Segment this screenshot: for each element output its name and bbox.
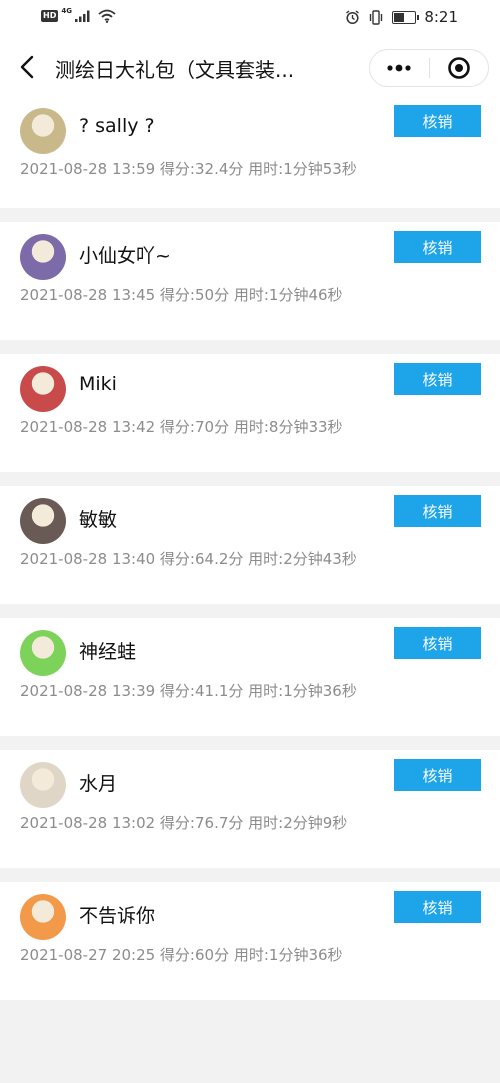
- signal-icon: [74, 10, 90, 22]
- alarm-icon: [346, 9, 360, 24]
- status-right: 8:21: [345, 8, 458, 26]
- vibrate-icon: [370, 9, 383, 25]
- verify-button[interactable]: 核销: [394, 891, 481, 923]
- user-name: 小仙女吖~: [79, 245, 171, 267]
- back-button[interactable]: [14, 52, 40, 82]
- record-meta: 2021-08-28 13:45 得分:50分 用时:1分钟46秒: [20, 286, 343, 304]
- nav-bar: 测绘日大礼包（文具套装...: [0, 38, 500, 98]
- hd-badge: HD: [41, 10, 59, 22]
- status-bar: HD 4G 8:21: [0, 0, 500, 38]
- user-name: 水月: [79, 773, 118, 795]
- verify-button[interactable]: 核销: [394, 759, 481, 791]
- user-name: ? sally ?: [79, 115, 155, 137]
- record-card: 神经蛙 2021-08-28 13:39 得分:41.1分 用时:1分钟36秒 核销: [0, 618, 500, 736]
- battery-level: [394, 12, 405, 22]
- record-card: Miki 2021-08-28 13:42 得分:70分 用时:8分钟33秒 核销: [0, 354, 500, 472]
- verify-button[interactable]: 核销: [394, 105, 481, 137]
- record-card: 敏敏 2021-08-28 13:40 得分:64.2分 用时:2分钟43秒 核销: [0, 486, 500, 604]
- verify-button[interactable]: 核销: [394, 495, 481, 527]
- record-card: ? sally ? 2021-08-28 13:59 得分:32.4分 用时:1分…: [0, 90, 500, 208]
- avatar: [20, 234, 66, 280]
- avatar: [20, 108, 66, 154]
- close-button[interactable]: [430, 50, 489, 86]
- target-circle-icon: [447, 57, 470, 79]
- record-card: 水月 2021-08-28 13:02 得分:76.7分 用时:2分钟9秒 核销: [0, 750, 500, 868]
- avatar: [20, 762, 66, 808]
- verify-button[interactable]: 核销: [394, 231, 481, 263]
- avatar: [20, 498, 66, 544]
- avatar: [20, 630, 66, 676]
- record-meta: 2021-08-28 13:02 得分:76.7分 用时:2分钟9秒: [20, 814, 348, 832]
- user-name: 神经蛙: [79, 641, 137, 663]
- chevron-left-icon: [20, 55, 34, 79]
- verify-button[interactable]: 核销: [394, 627, 481, 659]
- avatar: [20, 894, 66, 940]
- record-card: 不告诉你 2021-08-27 20:25 得分:60分 用时:1分钟36秒 核销: [0, 882, 500, 1000]
- battery-icon: [392, 10, 420, 24]
- mini-program-capsule: [369, 49, 489, 87]
- record-meta: 2021-08-27 20:25 得分:60分 用时:1分钟36秒: [20, 946, 343, 964]
- record-card: 小仙女吖~ 2021-08-28 13:45 得分:50分 用时:1分钟46秒 核销: [0, 222, 500, 340]
- status-time: 8:21: [424, 8, 458, 26]
- avatar: [20, 366, 66, 412]
- record-meta: 2021-08-28 13:40 得分:64.2分 用时:2分钟43秒: [20, 550, 357, 568]
- verify-button[interactable]: 核销: [394, 363, 481, 395]
- screen: HD 4G 8:21 测绘日大礼包（文具套装... ? sally ? 2021…: [0, 0, 500, 1083]
- record-meta: 2021-08-28 13:42 得分:70分 用时:8分钟33秒: [20, 418, 343, 436]
- network-label: 4G: [61, 7, 72, 15]
- record-meta: 2021-08-28 13:39 得分:41.1分 用时:1分钟36秒: [20, 682, 357, 700]
- record-meta: 2021-08-28 13:59 得分:32.4分 用时:1分钟53秒: [20, 160, 357, 178]
- more-dots-icon: [387, 64, 411, 72]
- page-title: 测绘日大礼包（文具套装...: [55, 58, 295, 82]
- user-name: 不告诉你: [79, 905, 156, 927]
- status-left: HD 4G: [41, 7, 116, 23]
- more-button[interactable]: [370, 50, 429, 86]
- user-name: Miki: [79, 373, 117, 395]
- user-name: 敏敏: [79, 509, 118, 531]
- wifi-icon: [98, 9, 116, 23]
